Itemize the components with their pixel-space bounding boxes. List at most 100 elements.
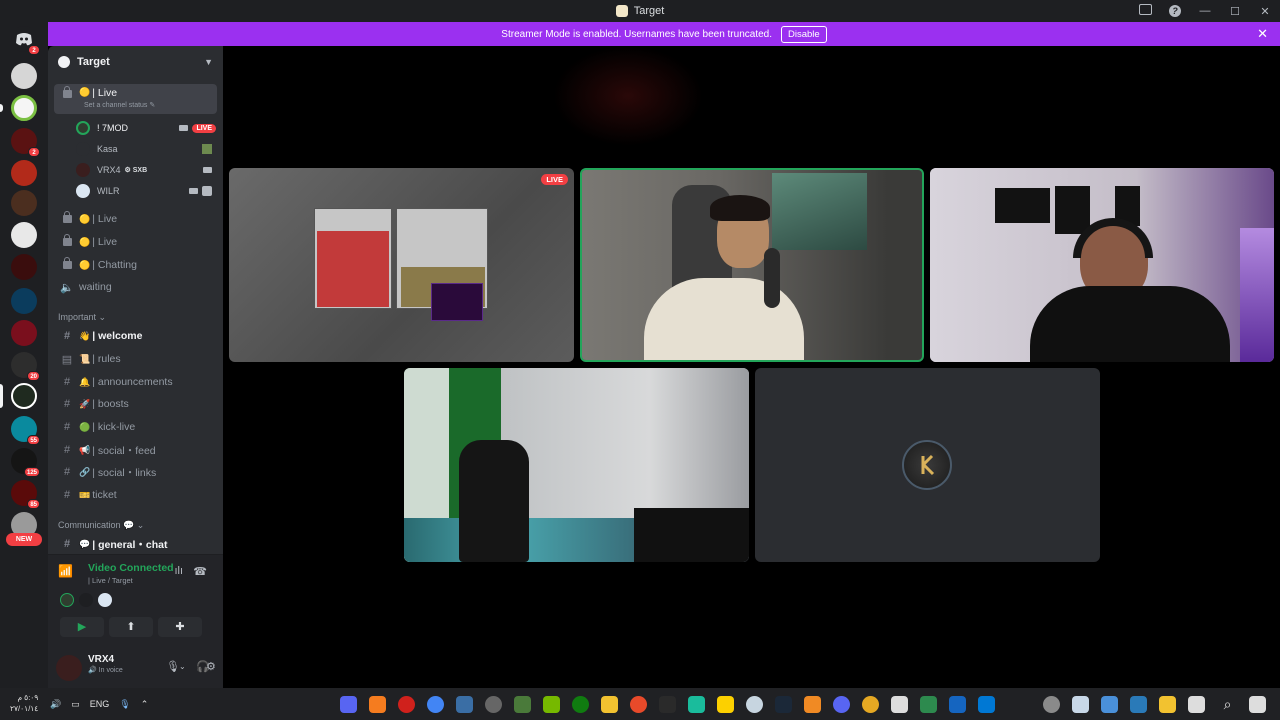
video-tile-speaking[interactable] (580, 168, 924, 362)
discord-icon[interactable] (833, 696, 850, 713)
discord-taskbar-icon[interactable] (340, 696, 357, 713)
server-icon[interactable]: 2 (11, 128, 40, 157)
app-taskbar-icon[interactable] (456, 696, 473, 713)
app-taskbar-icon[interactable] (1130, 696, 1147, 713)
volume-icon[interactable]: 🔊 (50, 699, 61, 710)
text-channel[interactable]: ▤ 📜 | rules (54, 349, 217, 369)
text-channel[interactable]: # 📢 | social・feed (54, 440, 217, 460)
text-channel[interactable]: # 🚀 | boosts (54, 394, 217, 414)
app-taskbar-icon[interactable] (920, 696, 937, 713)
participant-avatar[interactable] (98, 593, 112, 607)
server-icon[interactable] (11, 160, 37, 186)
username[interactable]: VRX4 (88, 654, 114, 665)
video-tile-avatar[interactable] (755, 368, 1100, 562)
rockstar-icon[interactable] (717, 696, 734, 713)
video-tile-screenshare[interactable]: LIVE (229, 168, 574, 362)
voice-channel[interactable]: 🟡 | Chatting (54, 255, 217, 275)
screenshare-button[interactable]: ⬆ (109, 617, 153, 637)
voice-channel-active[interactable]: 🟡 | Live Set a channel status ✎ (54, 84, 217, 114)
disable-button[interactable]: Disable (781, 25, 827, 43)
voice-user[interactable]: VRX4 ⚙ SXB (76, 161, 216, 179)
outlook-icon[interactable] (978, 696, 995, 713)
participant-avatar[interactable] (60, 593, 74, 607)
chevron-down-icon[interactable]: ⌄ (179, 662, 186, 671)
voice-status[interactable]: Video Connected (88, 562, 174, 574)
server-icon[interactable] (11, 222, 37, 248)
epic-icon[interactable] (659, 696, 676, 713)
voice-channel[interactable]: 🔈 waiting (54, 277, 217, 297)
text-channel[interactable]: # 🟢 | kick-live (54, 417, 217, 437)
gear-icon[interactable]: ⚙ (206, 660, 216, 673)
chevron-up-icon[interactable]: ⌃ (141, 699, 149, 710)
voice-location[interactable]: | Live / Target (88, 576, 133, 585)
chrome-icon[interactable] (427, 696, 444, 713)
mic-icon[interactable]: 🎙 (119, 699, 130, 710)
xbox-icon[interactable] (572, 696, 589, 713)
text-channel[interactable]: # 🎫 ticket (54, 485, 217, 505)
category-communication[interactable]: Communication 💬 ⌄ (58, 520, 144, 531)
voice-user[interactable]: ! 7MOD LIVE (76, 119, 216, 137)
server-icon[interactable] (11, 95, 37, 121)
steam-icon[interactable] (775, 696, 792, 713)
maximize-button[interactable]: ☐ (1220, 5, 1250, 18)
voice-channel[interactable]: 🟡 | Live (54, 232, 217, 252)
text-channel[interactable]: # 🔔 | announcements (54, 372, 217, 392)
clock[interactable]: ٥:٠٩ م ٢٧/٠١/١٤ (10, 692, 38, 714)
camera-button[interactable]: ▶ (60, 617, 104, 637)
server-icon[interactable]: 55 (11, 416, 40, 445)
server-icon[interactable] (11, 254, 37, 280)
minimize-button[interactable]: — (1190, 5, 1220, 17)
app-taskbar-icon[interactable] (688, 696, 705, 713)
app-taskbar-icon[interactable] (1101, 696, 1118, 713)
app-taskbar-icon[interactable] (949, 696, 966, 713)
task-view-icon[interactable] (1188, 696, 1205, 713)
server-icon[interactable]: 85 (11, 480, 40, 509)
category-important[interactable]: Important ⌄ (58, 312, 106, 323)
app-taskbar-icon[interactable] (601, 696, 618, 713)
text-channel[interactable]: # 💬 | general・chat (54, 534, 217, 554)
inbox-icon[interactable] (1130, 4, 1160, 18)
mic-icon[interactable]: 🎙 (166, 660, 180, 673)
nvidia-icon[interactable] (543, 696, 560, 713)
text-channel[interactable]: # 🔗 | social・links (54, 462, 217, 482)
active-server-icon[interactable] (11, 383, 37, 409)
activities-button[interactable]: ✚ (158, 617, 202, 637)
voice-channel[interactable]: 🟡 | Live (54, 209, 217, 229)
close-window-button[interactable]: ✕ (1250, 5, 1280, 18)
avatar[interactable] (56, 655, 82, 681)
server-icon[interactable] (11, 190, 37, 216)
app-taskbar-icon[interactable] (1072, 696, 1089, 713)
server-icon[interactable] (11, 288, 37, 314)
guild-header[interactable]: Target ▼ (48, 46, 223, 78)
video-tile[interactable] (404, 368, 749, 562)
app-taskbar-icon[interactable] (891, 696, 908, 713)
app-taskbar-icon[interactable] (862, 696, 879, 713)
help-icon[interactable]: ? (1160, 5, 1190, 17)
voice-user[interactable]: Kasa (76, 140, 216, 158)
server-icon[interactable]: 20 (11, 352, 40, 381)
signal-icon[interactable]: 📶 (58, 564, 73, 578)
disconnect-icon[interactable]: ☎ (193, 565, 207, 578)
display-icon[interactable]: ▭ (71, 699, 80, 710)
home-button[interactable]: 2 (11, 26, 40, 55)
close-icon[interactable]: ✕ (1257, 26, 1268, 42)
app-taskbar-icon[interactable] (804, 696, 821, 713)
participant-avatar[interactable] (79, 593, 93, 607)
channel-status[interactable]: Set a channel status ✎ (84, 101, 155, 109)
server-icon[interactable]: 125 (11, 448, 40, 477)
file-explorer-icon[interactable] (1159, 696, 1176, 713)
noise-icon[interactable]: ılı (174, 565, 183, 577)
server-icon[interactable] (11, 320, 37, 346)
app-taskbar-icon[interactable] (630, 696, 647, 713)
video-tile[interactable] (930, 168, 1274, 362)
language-indicator[interactable]: ENG (90, 699, 110, 709)
start-icon[interactable] (1249, 696, 1266, 713)
opera-icon[interactable] (398, 696, 415, 713)
server-icon[interactable] (11, 63, 37, 89)
app-taskbar-icon[interactable] (485, 696, 502, 713)
text-channel[interactable]: # 👋 | welcome (54, 326, 217, 346)
app-taskbar-icon[interactable] (369, 696, 386, 713)
search-icon[interactable]: ⌕ (1219, 696, 1236, 713)
app-taskbar-icon[interactable] (514, 696, 531, 713)
app-taskbar-icon[interactable] (746, 696, 763, 713)
